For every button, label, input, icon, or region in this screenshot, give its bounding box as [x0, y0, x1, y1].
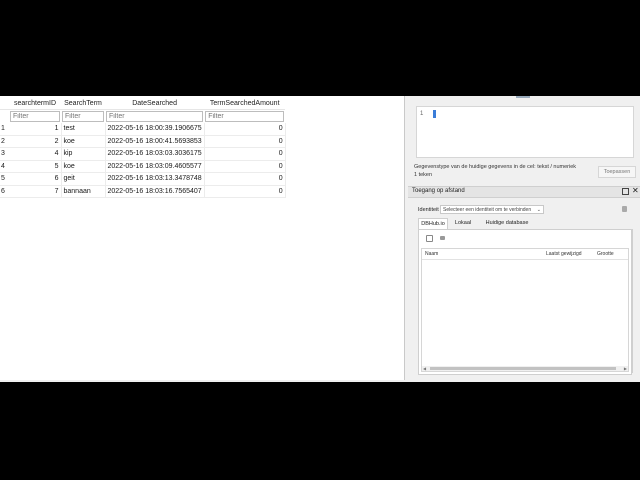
- chevron-down-icon: ⌄: [536, 207, 541, 213]
- cell-searchterm[interactable]: test: [61, 123, 106, 136]
- row-number[interactable]: 2: [0, 135, 9, 148]
- table-row[interactable]: 2 2 koe 2022-05-16 18:00:41.5693853 0: [0, 135, 286, 148]
- cell-searchtermid[interactable]: 5: [9, 160, 62, 173]
- remote-tab-content: Naam Laatst gewijzigd Grootte ◀ ▶: [418, 229, 632, 375]
- cell-termsearchedamount[interactable]: 0: [204, 185, 286, 198]
- cell-searchtermid[interactable]: 1: [9, 123, 62, 136]
- cell-searchtermid[interactable]: 6: [9, 172, 62, 186]
- scroll-left-icon[interactable]: ◀: [423, 366, 426, 371]
- text-cursor: [433, 110, 436, 118]
- column-header-searchtermid[interactable]: searchtermID: [9, 98, 61, 110]
- scroll-right-icon[interactable]: ▶: [624, 366, 627, 371]
- cell-termsearchedamount[interactable]: 0: [204, 147, 286, 161]
- cell-searchterm[interactable]: koe: [61, 135, 106, 148]
- cell-termsearchedamount[interactable]: 0: [204, 160, 286, 173]
- column-header-termsearchedamount[interactable]: TermSearchedAmount: [204, 98, 286, 110]
- identity-select[interactable]: Selecteer een identiteit om te verbinden…: [440, 205, 544, 214]
- column-header-naam[interactable]: Naam: [425, 251, 438, 257]
- splitter-handle[interactable]: [516, 96, 530, 98]
- grid-filter-row: [0, 110, 285, 124]
- identity-select-value: Selecteer een identiteit om te verbinden: [443, 207, 532, 213]
- float-window-icon[interactable]: [622, 188, 629, 195]
- line-number: 1: [420, 111, 424, 117]
- cell-datesearched[interactable]: 2022-05-16 18:03:13.3478748: [105, 172, 205, 186]
- table-row[interactable]: 5 6 geit 2022-05-16 18:03:13.3478748 0: [0, 172, 286, 186]
- identity-label: Identiteit: [418, 207, 439, 213]
- cell-termsearchedamount[interactable]: 0: [204, 135, 286, 148]
- row-number[interactable]: 1: [0, 123, 9, 136]
- row-number[interactable]: 4: [0, 160, 9, 173]
- cell-searchterm[interactable]: koe: [61, 160, 106, 173]
- cell-searchterm[interactable]: geit: [61, 172, 106, 186]
- clone-icon[interactable]: [439, 234, 446, 241]
- status-bar: [0, 380, 404, 382]
- cell-datesearched[interactable]: 2022-05-16 18:00:39.1906675: [105, 123, 205, 136]
- remote-panel-title: Toegang op afstand: [412, 188, 465, 194]
- app-window: searchtermID SearchTerm DateSearched Ter…: [0, 96, 640, 382]
- panel-divider: [632, 229, 633, 373]
- cell-searchtermid[interactable]: 4: [9, 147, 62, 161]
- remote-file-list[interactable]: Naam Laatst gewijzigd Grootte ◀ ▶: [421, 248, 629, 372]
- cell-editor[interactable]: 1: [416, 106, 634, 158]
- cell-searchterm[interactable]: bannaan: [61, 185, 106, 198]
- scrollbar-thumb[interactable]: [430, 367, 616, 370]
- data-grid: searchtermID SearchTerm DateSearched Ter…: [0, 98, 286, 198]
- right-dock-area: 1 Gegevenstype van de huidige gegevens i…: [406, 96, 640, 382]
- apply-button[interactable]: Toepassen: [598, 166, 636, 178]
- file-list-header: Naam Laatst gewijzigd Grootte: [422, 249, 628, 260]
- data-type-info: Gegevenstype van de huidige gegevens in …: [414, 164, 577, 170]
- filter-input-termsearchedamount[interactable]: [205, 111, 285, 122]
- filter-input-searchterm[interactable]: [62, 111, 104, 122]
- cell-searchterm[interactable]: kip: [61, 147, 106, 161]
- row-number[interactable]: 6: [0, 185, 9, 198]
- grid-header-row: searchtermID SearchTerm DateSearched Ter…: [0, 98, 286, 110]
- tab-lokaal[interactable]: Lokaal: [448, 218, 478, 229]
- cell-termsearchedamount[interactable]: 0: [204, 123, 286, 136]
- cell-datesearched[interactable]: 2022-05-16 18:03:09.4605577: [105, 160, 205, 173]
- data-grid-pane: searchtermID SearchTerm DateSearched Ter…: [0, 96, 405, 380]
- cell-termsearchedamount[interactable]: 0: [204, 172, 286, 186]
- cell-datesearched[interactable]: 2022-05-16 18:00:41.5693853: [105, 135, 205, 148]
- column-header-searchterm[interactable]: SearchTerm: [61, 98, 105, 110]
- horizontal-scrollbar[interactable]: ◀ ▶: [422, 366, 628, 371]
- filter-input-datesearched[interactable]: [106, 111, 204, 122]
- table-row[interactable]: 4 5 koe 2022-05-16 18:03:09.4605577 0: [0, 160, 286, 173]
- character-count: 1 teken: [414, 172, 433, 178]
- cell-searchtermid[interactable]: 2: [9, 135, 62, 148]
- table-row[interactable]: 1 1 test 2022-05-16 18:00:39.1906675 0: [0, 123, 286, 136]
- cell-datesearched[interactable]: 2022-05-16 18:03:03.3036175: [105, 147, 205, 161]
- column-header-laatst-gewijzigd[interactable]: Laatst gewijzigd: [546, 251, 582, 257]
- row-number[interactable]: 5: [0, 172, 9, 186]
- close-icon[interactable]: ✕: [632, 186, 639, 195]
- table-row[interactable]: 6 7 bannaan 2022-05-16 18:03:16.7565407 …: [0, 185, 286, 198]
- cell-searchtermid[interactable]: 7: [9, 185, 62, 198]
- filter-input-searchtermid[interactable]: [10, 111, 60, 122]
- table-row[interactable]: 3 4 kip 2022-05-16 18:03:03.3036175 0: [0, 147, 286, 161]
- identity-icon[interactable]: [620, 205, 630, 214]
- cell-datesearched[interactable]: 2022-05-16 18:03:16.7565407: [105, 185, 205, 198]
- refresh-icon[interactable]: [425, 234, 433, 242]
- filter-row-spacer: [0, 110, 9, 124]
- column-header-datesearched[interactable]: DateSearched: [105, 98, 205, 110]
- row-number[interactable]: 3: [0, 147, 9, 161]
- remote-panel-title-bar: Toegang op afstand ✕: [408, 186, 640, 198]
- column-header-grootte[interactable]: Grootte: [597, 251, 614, 257]
- row-number-header: [0, 98, 9, 110]
- tab-huidige-database[interactable]: Huidige database: [480, 218, 534, 229]
